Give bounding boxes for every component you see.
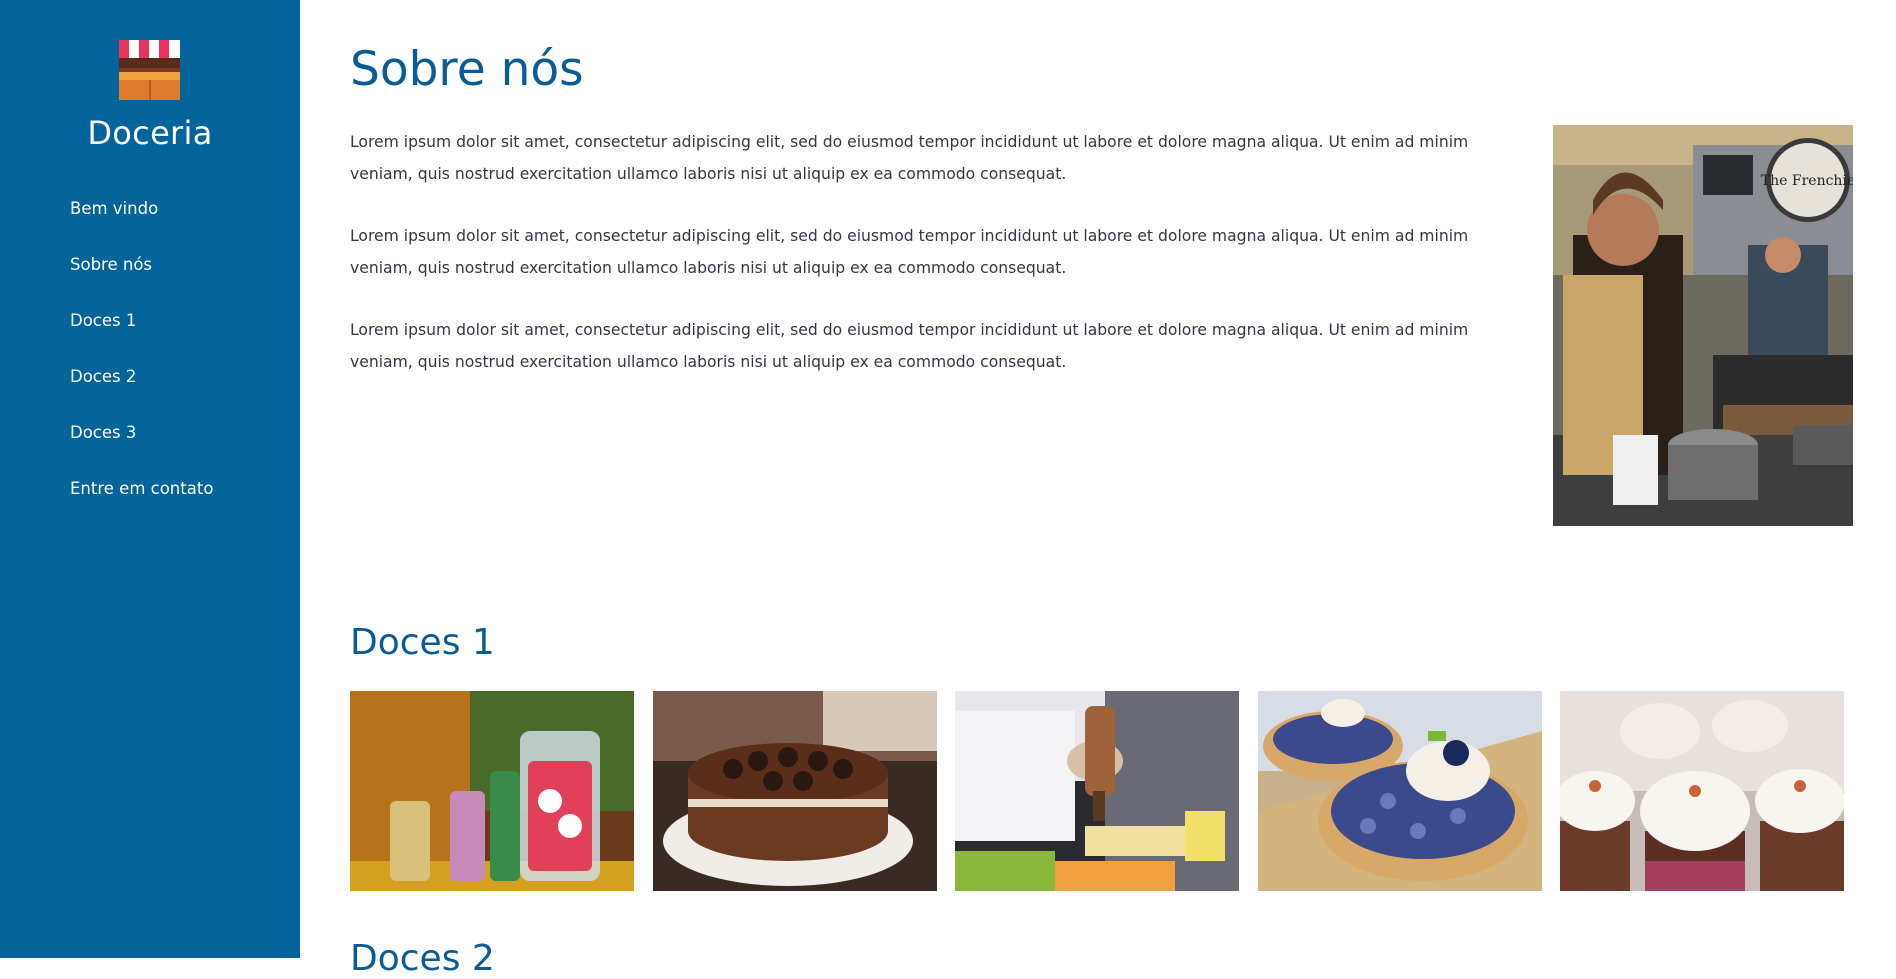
nav-item-sobre-nos[interactable]: Sobre nós — [70, 254, 213, 310]
section-title-doces-2: Doces 2 — [350, 938, 495, 979]
baker-market-photo: The Frenchie — [1553, 125, 1853, 526]
shop-logo-icon[interactable] — [119, 40, 180, 100]
sign-text: The Frenchie — [1761, 173, 1853, 189]
blueberry-tarts-photo[interactable] — [1258, 691, 1542, 891]
nav-item-doces-2[interactable]: Doces 2 — [70, 366, 213, 422]
nav-item-bem-vindo[interactable]: Bem vindo — [70, 198, 213, 254]
candy-jars-photo[interactable] — [350, 691, 634, 891]
chef-plating-photo[interactable] — [955, 691, 1239, 891]
brand-name: Doceria — [87, 114, 213, 152]
nav-item-doces-3[interactable]: Doces 3 — [70, 422, 213, 478]
about-text: Lorem ipsum dolor sit amet, consectetur … — [350, 126, 1520, 408]
about-paragraph: Lorem ipsum dolor sit amet, consectetur … — [350, 321, 1469, 371]
nav-item-doces-1[interactable]: Doces 1 — [70, 310, 213, 366]
chocolate-cake-photo[interactable] — [653, 691, 937, 891]
section-title-doces-1: Doces 1 — [350, 622, 495, 663]
about-paragraph: Lorem ipsum dolor sit amet, consectetur … — [350, 133, 1469, 183]
about-paragraph: Lorem ipsum dolor sit amet, consectetur … — [350, 227, 1469, 277]
sidebar-nav: Bem vindo Sobre nós Doces 1 Doces 2 Doce… — [70, 198, 213, 534]
about-title: Sobre nós — [350, 42, 584, 97]
nav-item-contato[interactable]: Entre em contato — [70, 478, 213, 534]
cupcakes-photo[interactable] — [1560, 691, 1844, 891]
sidebar: Doceria Bem vindo Sobre nós Doces 1 Doce… — [0, 0, 300, 958]
